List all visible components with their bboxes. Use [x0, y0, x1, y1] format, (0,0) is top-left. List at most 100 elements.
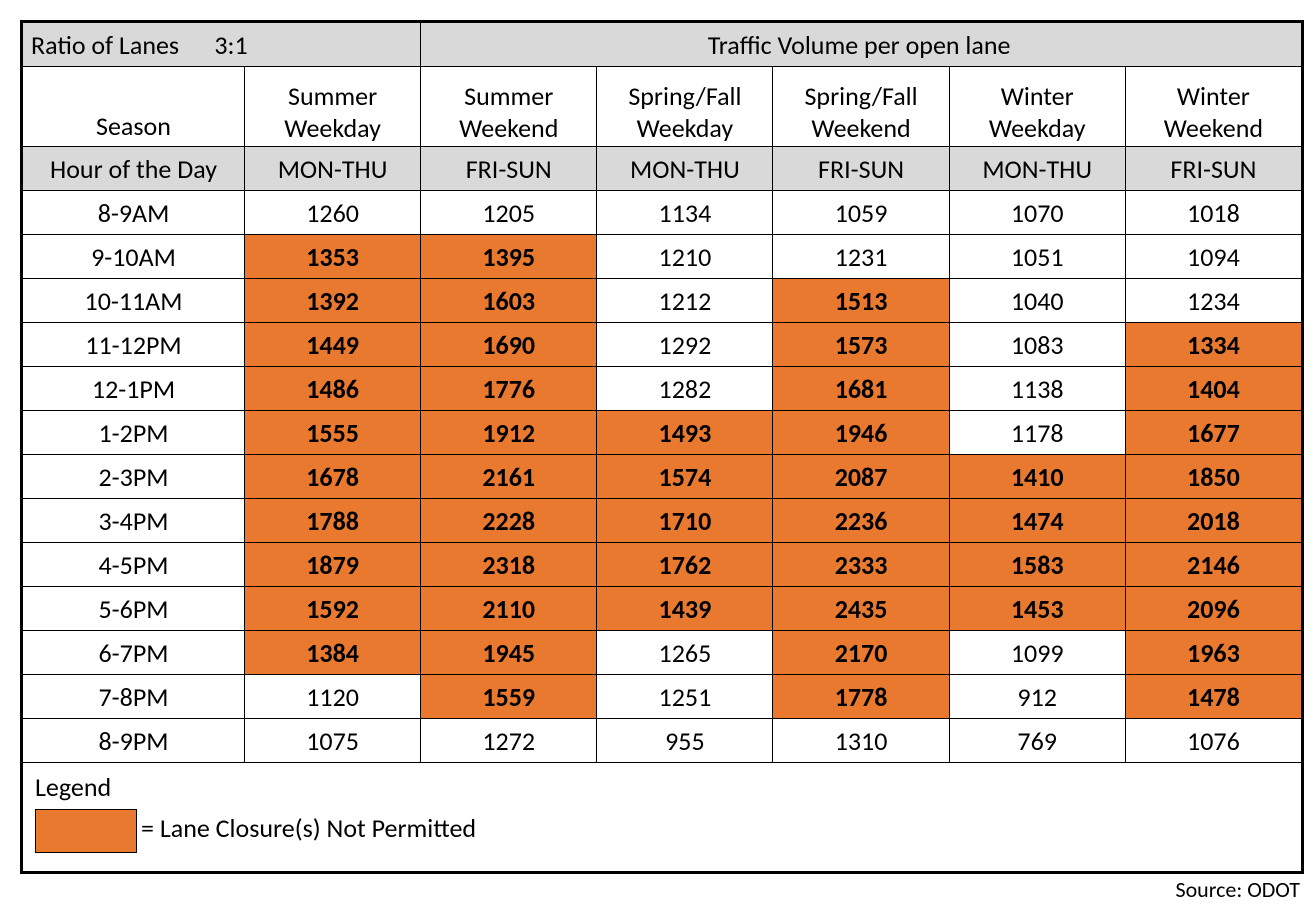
- header-top-row: Ratio of Lanes 3:1 Traffic Volume per op…: [23, 23, 1302, 67]
- data-cell: 1282: [597, 367, 773, 411]
- data-cell: 1474: [949, 499, 1125, 543]
- legend-cell: Legend= Lane Closure(s) Not Permitted: [23, 763, 1302, 872]
- data-cell: 1555: [245, 411, 421, 455]
- data-cell: 1681: [773, 367, 949, 411]
- data-cell: 2170: [773, 631, 949, 675]
- data-cell: 1603: [421, 279, 597, 323]
- data-cell: 1410: [949, 455, 1125, 499]
- data-cell: 955: [597, 719, 773, 763]
- hour-label: 8-9AM: [23, 191, 245, 235]
- table-row: 3-4PM178822281710223614742018: [23, 499, 1302, 543]
- data-cell: 1493: [597, 411, 773, 455]
- hour-label: 8-9PM: [23, 719, 245, 763]
- season-header: WinterWeekend: [1125, 67, 1301, 147]
- hour-label: 4-5PM: [23, 543, 245, 587]
- data-cell: 1292: [597, 323, 773, 367]
- data-cell: 1134: [597, 191, 773, 235]
- dow-header: MON-THU: [949, 147, 1125, 191]
- data-cell: 1850: [1125, 455, 1301, 499]
- hour-label: 12-1PM: [23, 367, 245, 411]
- dow-header: MON-THU: [245, 147, 421, 191]
- data-cell: 2228: [421, 499, 597, 543]
- data-cell: 1478: [1125, 675, 1301, 719]
- data-cell: 1945: [421, 631, 597, 675]
- traffic-volume-table: Ratio of Lanes 3:1 Traffic Volume per op…: [20, 20, 1304, 874]
- data-cell: 1265: [597, 631, 773, 675]
- source-note: Source: ODOT: [20, 876, 1300, 903]
- table-row: 7-8PM11201559125117789121478: [23, 675, 1302, 719]
- table-row: 12-1PM148617761282168111381404: [23, 367, 1302, 411]
- data-cell: 2146: [1125, 543, 1301, 587]
- data-cell: 1040: [949, 279, 1125, 323]
- ratio-label: Ratio of Lanes: [31, 29, 179, 61]
- dow-header: MON-THU: [597, 147, 773, 191]
- data-cell: 1559: [421, 675, 597, 719]
- data-cell: 1083: [949, 323, 1125, 367]
- table-row: 6-7PM138419451265217010991963: [23, 631, 1302, 675]
- data-cell: 1439: [597, 587, 773, 631]
- dow-header: FRI-SUN: [1125, 147, 1301, 191]
- data-cell: 1453: [949, 587, 1125, 631]
- data-cell: 1210: [597, 235, 773, 279]
- data-cell: 1788: [245, 499, 421, 543]
- dow-header: FRI-SUN: [773, 147, 949, 191]
- data-cell: 1231: [773, 235, 949, 279]
- hour-label: 2-3PM: [23, 455, 245, 499]
- season-header: SummerWeekend: [421, 67, 597, 147]
- data-cell: 1059: [773, 191, 949, 235]
- data-cell: 1075: [245, 719, 421, 763]
- table-row: 10-11AM139216031212151310401234: [23, 279, 1302, 323]
- data-cell: 1762: [597, 543, 773, 587]
- data-cell: 1070: [949, 191, 1125, 235]
- legend-swatch: [35, 809, 137, 853]
- hour-label: 7-8PM: [23, 675, 245, 719]
- table-row: 2-3PM167821611574208714101850: [23, 455, 1302, 499]
- data-cell: 1120: [245, 675, 421, 719]
- data-cell: 1513: [773, 279, 949, 323]
- data-cell: 1449: [245, 323, 421, 367]
- data-cell: 1710: [597, 499, 773, 543]
- data-cell: 1178: [949, 411, 1125, 455]
- season-header: SummerWeekday: [245, 67, 421, 147]
- data-cell: 1486: [245, 367, 421, 411]
- season-header: Spring/FallWeekend: [773, 67, 949, 147]
- data-cell: 1310: [773, 719, 949, 763]
- data-cell: 1778: [773, 675, 949, 719]
- data-cell: 1879: [245, 543, 421, 587]
- data-cell: 1212: [597, 279, 773, 323]
- data-cell: 1592: [245, 587, 421, 631]
- data-cell: 2087: [773, 455, 949, 499]
- data-cell: 2096: [1125, 587, 1301, 631]
- hour-label: 11-12PM: [23, 323, 245, 367]
- hour-label: 1-2PM: [23, 411, 245, 455]
- table-row: 8-9PM1075127295513107691076: [23, 719, 1302, 763]
- table-row: 8-9AM126012051134105910701018: [23, 191, 1302, 235]
- data-cell: 1051: [949, 235, 1125, 279]
- data-cell: 1234: [1125, 279, 1301, 323]
- data-cell: 1334: [1125, 323, 1301, 367]
- season-header: Spring/FallWeekday: [597, 67, 773, 147]
- table-row: 1-2PM155519121493194611781677: [23, 411, 1302, 455]
- data-cell: 1392: [245, 279, 421, 323]
- data-cell: 2236: [773, 499, 949, 543]
- table-row: 4-5PM187923181762233315832146: [23, 543, 1302, 587]
- data-cell: 1272: [421, 719, 597, 763]
- data-cell: 1384: [245, 631, 421, 675]
- data-cell: 2318: [421, 543, 597, 587]
- data-cell: 912: [949, 675, 1125, 719]
- data-cell: 1583: [949, 543, 1125, 587]
- data-cell: 1260: [245, 191, 421, 235]
- data-cell: 1099: [949, 631, 1125, 675]
- season-header: WinterWeekday: [949, 67, 1125, 147]
- data-cell: 1018: [1125, 191, 1301, 235]
- legend-row: Legend= Lane Closure(s) Not Permitted: [23, 763, 1302, 872]
- hour-of-day-label: Hour of the Day: [23, 147, 245, 191]
- data-cell: 2161: [421, 455, 597, 499]
- data-cell: 1404: [1125, 367, 1301, 411]
- legend-title: Legend: [35, 771, 1289, 803]
- ratio-cell: Ratio of Lanes 3:1: [23, 23, 421, 67]
- data-cell: 2018: [1125, 499, 1301, 543]
- hour-label: 6-7PM: [23, 631, 245, 675]
- data-cell: 1138: [949, 367, 1125, 411]
- data-cell: 1912: [421, 411, 597, 455]
